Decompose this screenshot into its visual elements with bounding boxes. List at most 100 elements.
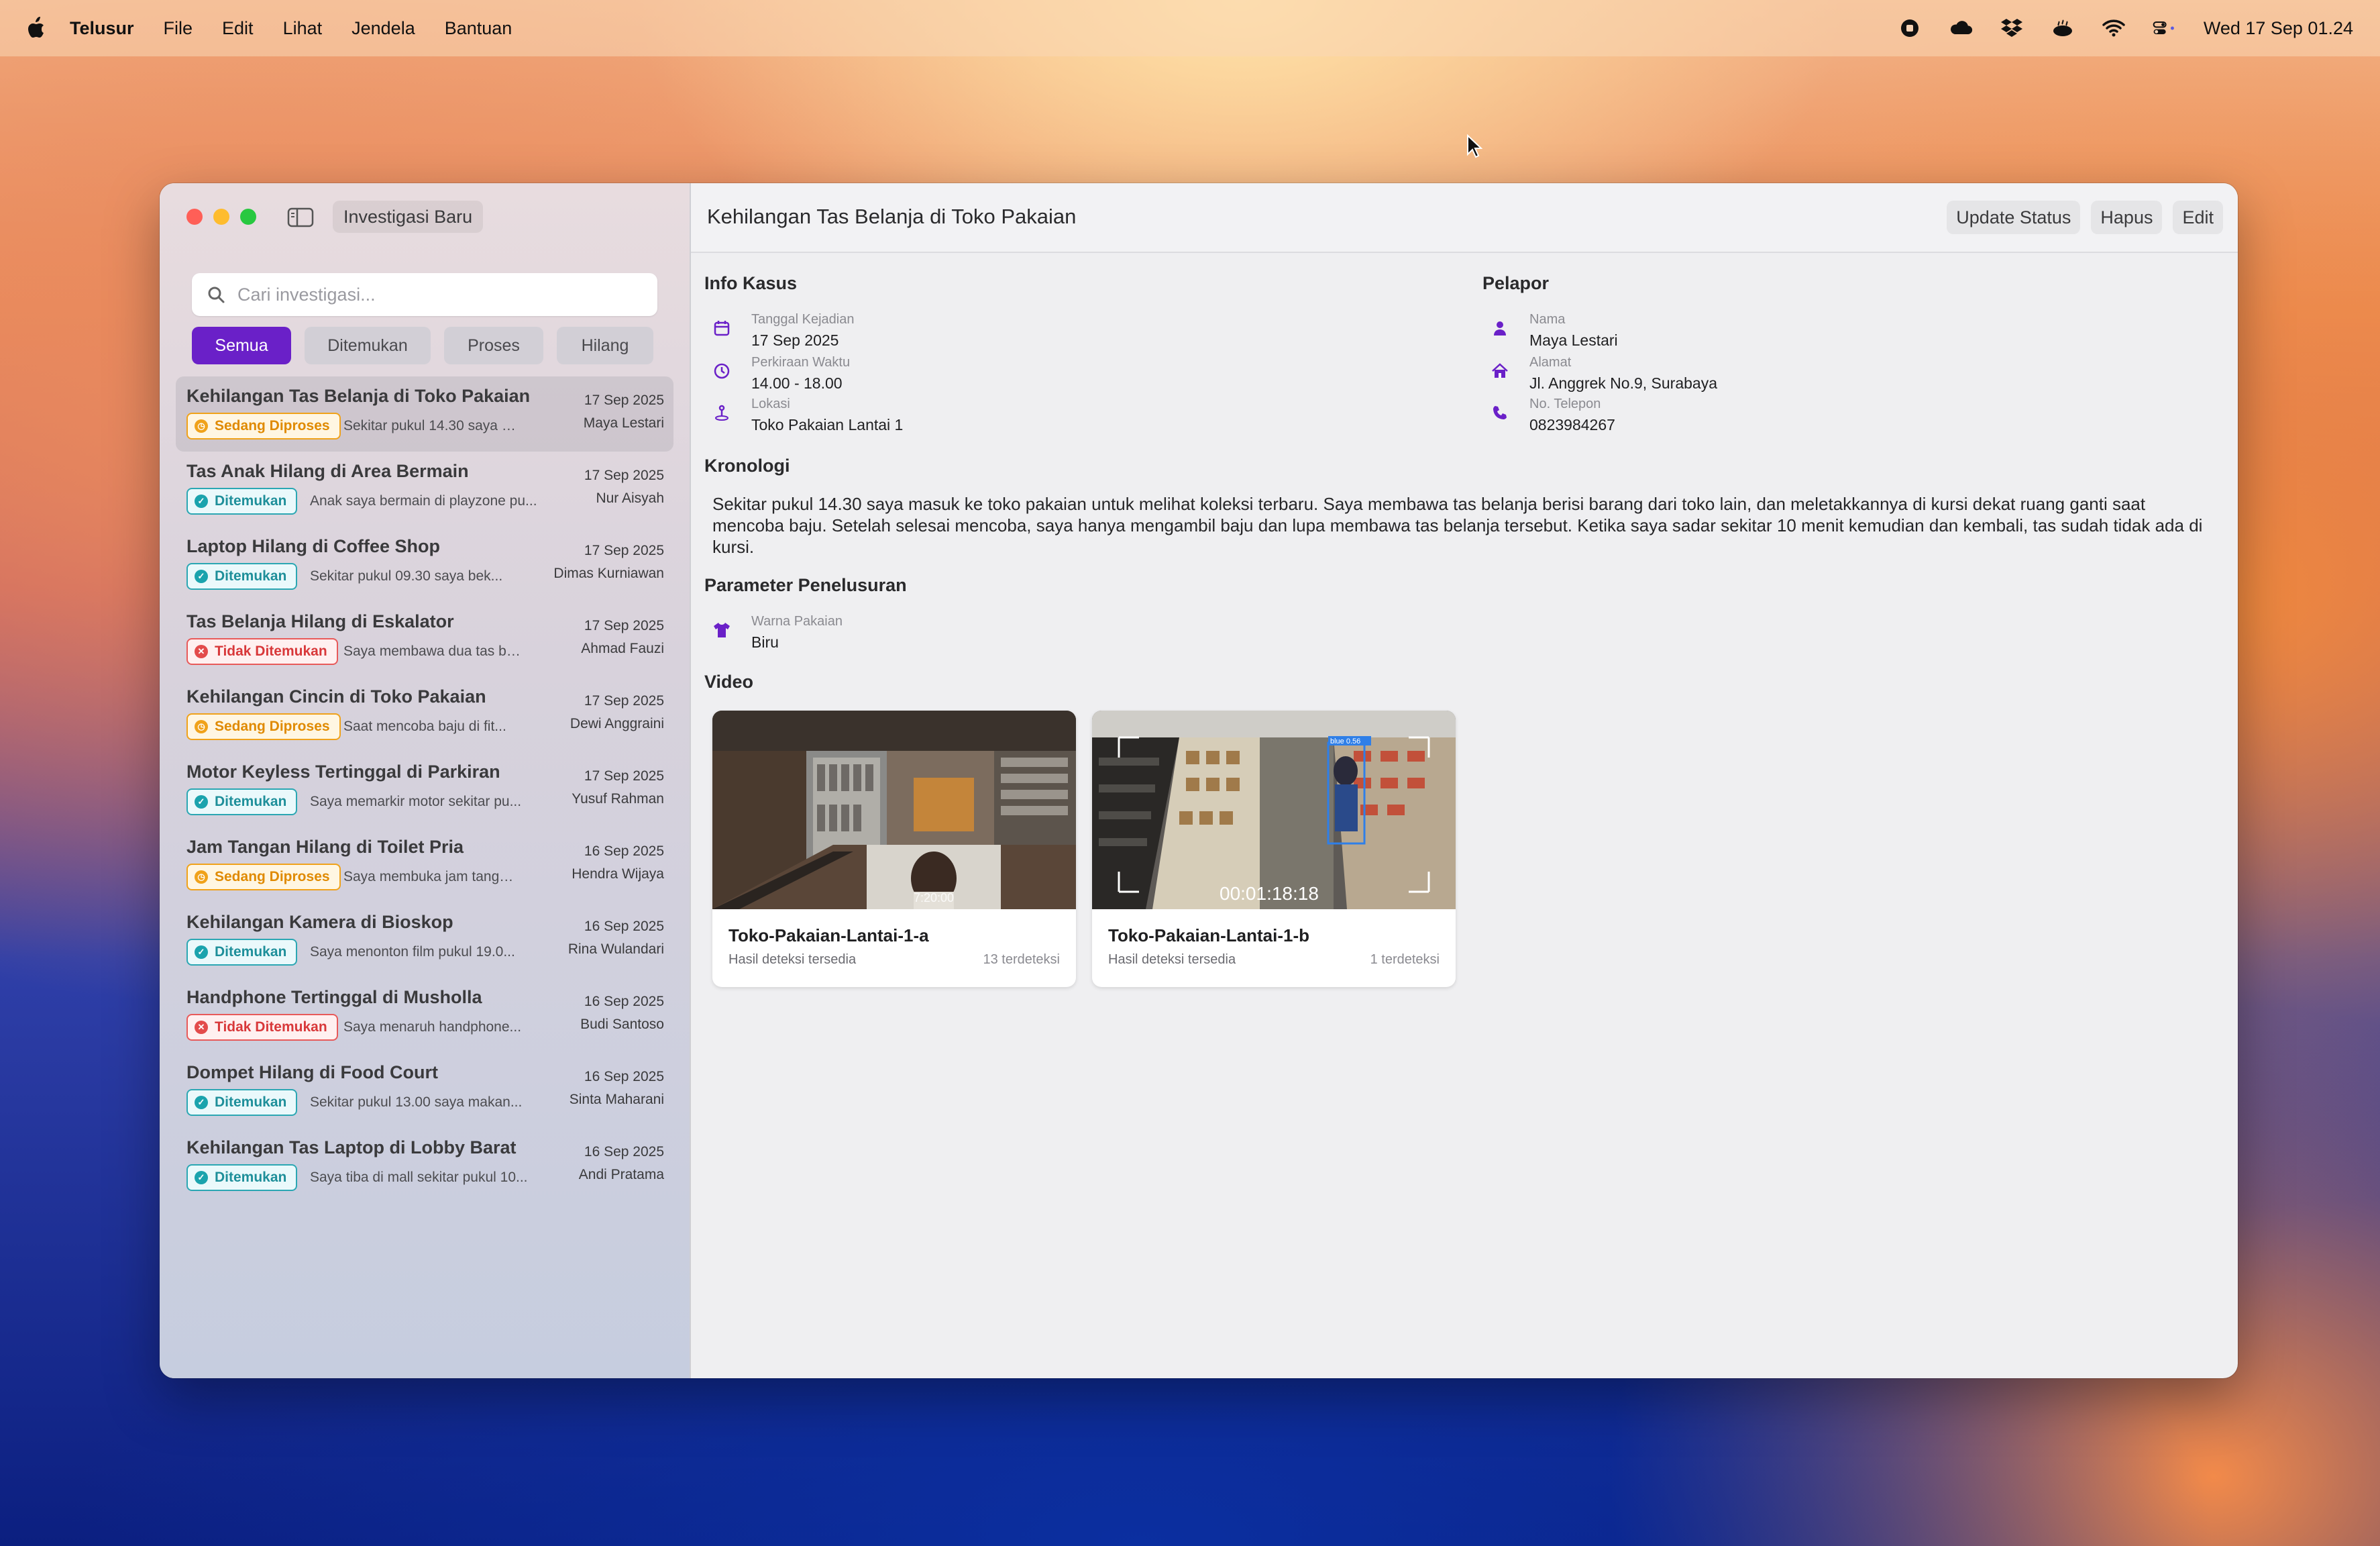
time-value: 14.00 - 18.00 xyxy=(751,374,843,392)
menu-app-name[interactable]: Telusur xyxy=(70,18,134,39)
x-circle-icon: ✕ xyxy=(195,645,208,658)
minimize-window-button[interactable] xyxy=(213,209,229,225)
apple-menu-icon[interactable] xyxy=(25,17,46,40)
delete-button[interactable]: Hapus xyxy=(2091,201,2163,234)
status-badge: ✓ Ditemukan xyxy=(186,563,298,590)
case-reporter: Maya Lestari xyxy=(583,415,664,431)
case-list-item[interactable]: Motor Keyless Tertinggal di Parkiran 17 … xyxy=(176,752,673,827)
status-badge: ✕ Tidak Ditemukan xyxy=(186,1014,338,1041)
wifi-icon[interactable] xyxy=(2102,16,2126,40)
person-icon xyxy=(1494,321,1506,336)
phone-value: 0823984267 xyxy=(1529,416,1615,433)
kronologi-text: Sekitar pukul 14.30 saya masuk ke toko p… xyxy=(712,494,2203,557)
info-kasus-heading: Info Kasus xyxy=(704,273,798,293)
search-field xyxy=(192,273,657,316)
case-list-item[interactable]: Handphone Tertinggal di Musholla 16 Sep … xyxy=(176,978,673,1053)
status-badge: ◷ Sedang Diproses xyxy=(186,413,341,440)
case-preview: Saat mencoba baju di fit... xyxy=(343,719,506,734)
dropbox-icon[interactable] xyxy=(2000,16,2024,40)
case-reporter: Hendra Wijaya xyxy=(572,866,664,882)
case-date: 16 Sep 2025 xyxy=(584,1069,664,1084)
case-list-item[interactable]: Laptop Hilang di Coffee Shop 17 Sep 2025… xyxy=(176,527,673,602)
date-field: Tanggal Kejadian 17 Sep 2025 xyxy=(712,312,854,350)
case-reporter: Rina Wulandari xyxy=(567,941,664,957)
new-investigation-button[interactable]: Investigasi Baru xyxy=(333,201,484,233)
case-title: Laptop Hilang di Coffee Shop xyxy=(186,536,440,556)
house-icon xyxy=(1492,363,1508,378)
control-center-icon[interactable] xyxy=(2153,16,2177,40)
case-list: Kehilangan Tas Belanja di Toko Pakaian 1… xyxy=(176,376,673,1203)
case-list-item[interactable]: Kehilangan Cincin di Toko Pakaian 17 Sep… xyxy=(176,677,673,752)
filter-ditemukan[interactable]: Ditemukan xyxy=(305,327,431,364)
time-label: Perkiraan Waktu xyxy=(751,355,851,370)
video-card[interactable]: blue 0.56 00:01:18:18 Toko-Pakaian-Lanta… xyxy=(1092,711,1456,987)
check-icon: ✓ xyxy=(195,795,208,809)
case-title: Kehilangan Cincin di Toko Pakaian xyxy=(186,686,486,707)
menubar-clock[interactable]: Wed 17 Sep 01.24 xyxy=(2204,18,2353,39)
menu-file[interactable]: File xyxy=(164,18,193,39)
video-status: Hasil deteksi tersedia xyxy=(1108,952,1236,967)
zoom-window-button[interactable] xyxy=(240,209,256,225)
case-preview: Saya menonton film pukul 19.0... xyxy=(310,944,515,960)
cloud-icon[interactable] xyxy=(1949,16,1973,40)
case-date: 16 Sep 2025 xyxy=(584,994,664,1009)
case-preview: Saya membawa dua tas bel... xyxy=(343,643,525,659)
menu-lihat[interactable]: Lihat xyxy=(283,18,323,39)
filter-proses[interactable]: Proses xyxy=(444,327,543,364)
case-list-item[interactable]: Tas Belanja Hilang di Eskalator 17 Sep 2… xyxy=(176,602,673,677)
status-label: Ditemukan xyxy=(215,1094,287,1110)
mouse-pointer-icon xyxy=(1467,134,1482,158)
case-date: 17 Sep 2025 xyxy=(584,768,664,784)
name-value: Maya Lestari xyxy=(1529,331,1618,349)
video-card[interactable]: 7:20:00 Toko-Pakaian-Lantai-1-a Hasil de… xyxy=(712,711,1076,987)
video-thumbnail[interactable]: 7:20:00 xyxy=(712,711,1076,909)
case-title: Kehilangan Kamera di Bioskop xyxy=(186,912,453,932)
case-list-item[interactable]: Dompet Hilang di Food Court 16 Sep 2025 … xyxy=(176,1053,673,1128)
filter-semua[interactable]: Semua xyxy=(192,327,291,364)
phone-icon xyxy=(1493,406,1507,419)
time-field: Perkiraan Waktu 14.00 - 18.00 xyxy=(712,355,850,393)
case-list-item[interactable]: Kehilangan Tas Belanja di Toko Pakaian 1… xyxy=(176,376,673,452)
video-name: Toko-Pakaian-Lantai-1-b xyxy=(1108,925,1310,945)
case-list-item[interactable]: Kehilangan Tas Laptop di Lobby Barat 16 … xyxy=(176,1128,673,1203)
edit-button[interactable]: Edit xyxy=(2173,201,2223,234)
menu-bar: Telusur File Edit Lihat Jendela Bantuan … xyxy=(0,0,2380,56)
case-date: 17 Sep 2025 xyxy=(584,468,664,483)
video-heading: Video xyxy=(704,672,754,692)
case-reporter: Dewi Anggraini xyxy=(570,716,664,731)
video-thumbnail[interactable]: blue 0.56 00:01:18:18 xyxy=(1092,711,1456,909)
case-date: 17 Sep 2025 xyxy=(584,693,664,709)
coffee-icon[interactable] xyxy=(2051,16,2075,40)
name-field: Nama Maya Lestari xyxy=(1491,312,1618,350)
case-list-item[interactable]: Kehilangan Kamera di Bioskop 16 Sep 2025… xyxy=(176,903,673,978)
case-reporter: Yusuf Rahman xyxy=(572,791,664,807)
phone-field: No. Telepon 0823984267 xyxy=(1491,397,1615,434)
case-title: Motor Keyless Tertinggal di Parkiran xyxy=(186,762,500,782)
status-label: Ditemukan xyxy=(215,568,287,584)
case-title: Handphone Tertinggal di Musholla xyxy=(186,987,482,1007)
case-title: Dompet Hilang di Food Court xyxy=(186,1062,438,1082)
case-list-item[interactable]: Jam Tangan Hilang di Toilet Pria 16 Sep … xyxy=(176,827,673,903)
menu-edit[interactable]: Edit xyxy=(222,18,254,39)
case-date: 17 Sep 2025 xyxy=(584,393,664,408)
search-input[interactable] xyxy=(236,283,641,306)
clock-icon: ◷ xyxy=(195,720,208,733)
update-status-button[interactable]: Update Status xyxy=(1947,201,2081,234)
case-date: 16 Sep 2025 xyxy=(584,843,664,859)
filter-hilang[interactable]: Hilang xyxy=(557,327,653,364)
record-icon[interactable] xyxy=(1898,16,1922,40)
menu-bantuan[interactable]: Bantuan xyxy=(445,18,512,39)
status-badge: ✓ Ditemukan xyxy=(186,488,298,515)
case-list-item[interactable]: Tas Anak Hilang di Area Bermain 17 Sep 2… xyxy=(176,452,673,527)
x-circle-icon: ✕ xyxy=(195,1021,208,1034)
sidebar-toggle-icon[interactable] xyxy=(287,207,314,227)
case-date: 16 Sep 2025 xyxy=(584,1144,664,1160)
case-preview: Saya membuka jam tanga... xyxy=(343,869,518,884)
case-date: 17 Sep 2025 xyxy=(584,543,664,558)
close-window-button[interactable] xyxy=(186,209,203,225)
app-window: Investigasi Baru Semua Ditemukan Proses … xyxy=(160,183,2238,1378)
location-pin-icon xyxy=(715,405,728,421)
menu-jendela[interactable]: Jendela xyxy=(351,18,415,39)
status-label: Sedang Diproses xyxy=(215,869,330,884)
case-title: Tas Anak Hilang di Area Bermain xyxy=(186,461,469,481)
